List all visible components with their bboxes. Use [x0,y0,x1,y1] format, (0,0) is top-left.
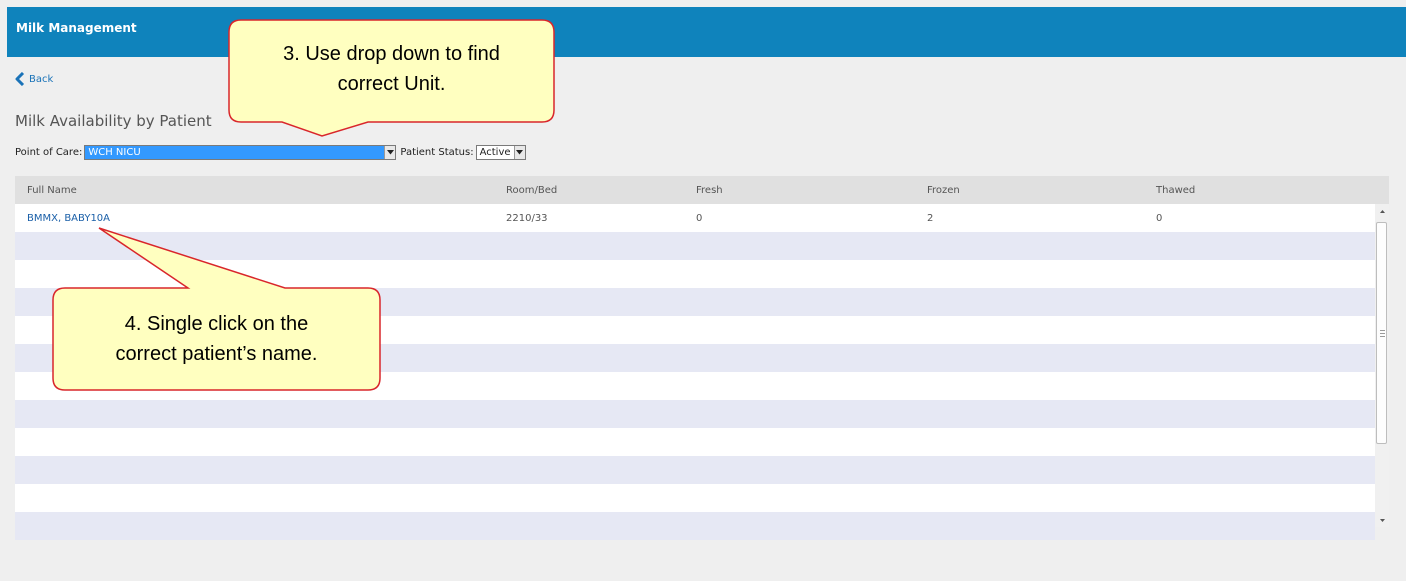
callout-step3-line1: 3. Use drop down to find [283,43,500,65]
callout-step4-line1: 4. Single click on the [124,313,309,335]
callout-step3-line2: correct Unit. [337,73,446,95]
callout-step3: 3. Use drop down to find correct Unit. [229,20,554,122]
callout-step4-line2: correct patient’s name. [115,343,318,365]
callout-step4: 4. Single click on the correct patient’s… [53,288,380,390]
